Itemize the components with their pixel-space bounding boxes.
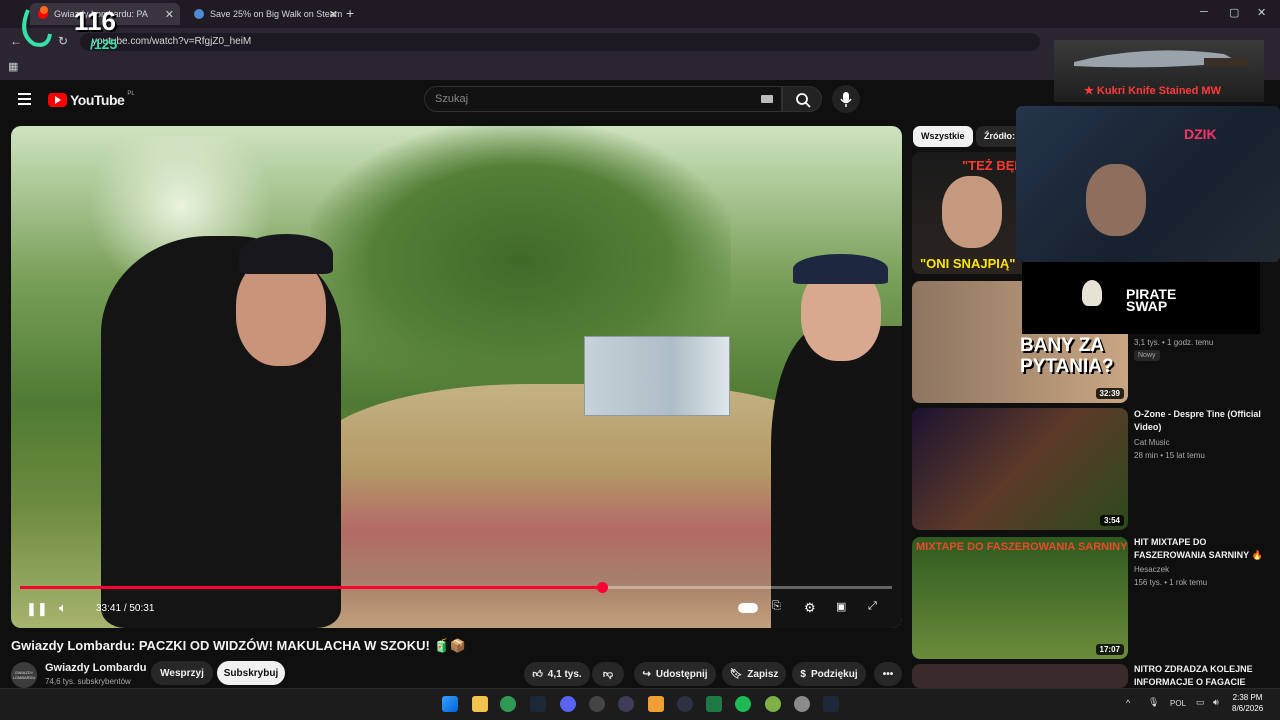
- chip-all[interactable]: Wszystkie: [913, 126, 973, 147]
- share-button[interactable]: ↪ Udostępnij: [634, 662, 716, 686]
- drop-counter-overlay: 116 /125: [14, 4, 136, 56]
- voice-search-button[interactable]: [832, 85, 860, 113]
- related-thumbnail-5[interactable]: [912, 664, 1128, 688]
- discord-icon[interactable]: [560, 696, 576, 712]
- app-icon[interactable]: [618, 696, 634, 712]
- app-icon[interactable]: [677, 696, 693, 712]
- video-player[interactable]: [11, 126, 902, 628]
- steam-favicon-icon: [194, 9, 204, 19]
- youtube-play-icon: [48, 93, 67, 107]
- apps-grid-icon[interactable]: ▦: [8, 60, 18, 73]
- video-title: Gwiazdy Lombardu: PACZKI OD WIDZÓW! MAKU…: [11, 638, 466, 653]
- settings-icon[interactable]: ⚙: [804, 600, 816, 616]
- related-channel-4[interactable]: Hesaczek: [1134, 565, 1169, 574]
- excel-icon[interactable]: [706, 696, 722, 712]
- video-frame-person-right: [771, 326, 902, 628]
- related-title-5[interactable]: NITRO ZDRADZA KOLEJNE INFORMACJE O FAGAC…: [1134, 663, 1264, 689]
- channel-name[interactable]: Gwiazdy Lombardu: [45, 662, 146, 674]
- more-actions-button[interactable]: •••: [874, 662, 902, 686]
- volume-icon[interactable]: 🔈︎: [59, 600, 67, 616]
- channel-avatar[interactable]: GWIAZDY LOMBARDU: [11, 662, 37, 688]
- duration-badge: 3:54: [1099, 515, 1124, 526]
- chrome-icon[interactable]: [765, 696, 781, 712]
- new-tab-button[interactable]: +: [346, 5, 354, 21]
- microphone-tray-icon[interactable]: 🎙︎: [1148, 697, 1159, 708]
- knife-icon: [1074, 50, 1249, 68]
- related-channel-3[interactable]: Cat Music: [1134, 438, 1170, 447]
- progress-fill: [20, 586, 602, 589]
- like-button[interactable]: 👍︎ 4,1 tys.: [524, 662, 590, 686]
- bookmark-icon: 🔖︎: [729, 668, 743, 680]
- video-frame-person-right-cap: [793, 254, 888, 284]
- video-frame-parcel: [584, 336, 730, 416]
- volume-tray-icon[interactable]: 🔊︎: [1213, 697, 1219, 708]
- pirate-logo-icon: [1082, 280, 1102, 306]
- duration-badge: 32:39: [1095, 388, 1124, 399]
- duration-badge: 17:07: [1095, 644, 1124, 655]
- pause-icon[interactable]: ❚❚: [26, 601, 48, 617]
- thumbs-down-icon: 👎︎: [602, 669, 614, 680]
- related-meta-3: 28 min • 15 lat temu: [1134, 451, 1205, 460]
- file-explorer-icon[interactable]: [472, 696, 488, 712]
- subscriber-count: 74,6 tys. subskrybentów: [45, 677, 131, 686]
- dislike-button[interactable]: 👎︎: [592, 662, 624, 686]
- related-title-3[interactable]: O-Zone - Despre Tine (Official Video): [1134, 408, 1264, 434]
- steam-icon[interactable]: [823, 696, 839, 712]
- keyboard-icon[interactable]: [761, 95, 773, 103]
- search-button[interactable]: [782, 86, 822, 112]
- thumbs-up-icon: 👍︎: [532, 669, 543, 680]
- close-window-icon[interactable]: ✕: [1257, 6, 1266, 19]
- subscribe-button[interactable]: Subskrybuj: [217, 661, 285, 685]
- search-input[interactable]: Szukaj: [424, 86, 782, 112]
- app-icon[interactable]: [589, 696, 605, 712]
- fullscreen-icon[interactable]: ⤢: [868, 600, 877, 613]
- pirateswap-banner: PIRATE SWAP: [1022, 262, 1260, 334]
- network-icon[interactable]: ▭: [1196, 697, 1205, 708]
- video-frame-person-left-cap: [239, 234, 333, 274]
- share-icon: ↪: [642, 668, 651, 680]
- app-icon[interactable]: [648, 696, 664, 712]
- new-badge: Nowy: [1134, 350, 1160, 361]
- hook-icon: [22, 6, 52, 47]
- related-thumbnail-4[interactable]: MIXTAPE DO FASZEROWANIA SARNINY 17:07: [912, 537, 1128, 659]
- support-button[interactable]: Wesprzyj: [151, 661, 213, 685]
- close-tab-icon[interactable]: ✕: [329, 8, 338, 21]
- search-icon: [796, 93, 811, 108]
- close-tab-icon[interactable]: ✕: [165, 8, 174, 21]
- thanks-icon: $: [800, 668, 806, 680]
- menu-icon[interactable]: [18, 93, 31, 105]
- related-meta-2: 3,1 tys. • 1 godz. temu: [1134, 338, 1214, 347]
- url-field[interactable]: youtube.com/watch?v=RfgjZ0_heiM: [80, 33, 1040, 51]
- language-indicator[interactable]: POL: [1170, 699, 1186, 708]
- clock[interactable]: 2:38 PM 8/6/2026: [1232, 692, 1263, 714]
- tab-title: Save 25% on Big Walk on Steam: [210, 9, 343, 19]
- tray-chevron-icon[interactable]: ^: [1126, 698, 1130, 708]
- time-display: 33:41 / 50:31: [96, 603, 155, 614]
- browser-tab-steam[interactable]: Save 25% on Big Walk on Steam ✕: [186, 3, 344, 25]
- save-button[interactable]: 🔖︎ Zapisz: [722, 662, 786, 686]
- knife-drop-overlay: ★ Kukri Knife Stained MW: [1054, 40, 1264, 102]
- miniplayer-icon[interactable]: ▣: [836, 600, 846, 613]
- windows-start-icon[interactable]: [442, 696, 458, 712]
- streamer-webcam-overlay: DZIK: [1016, 106, 1280, 262]
- minimize-icon[interactable]: ─: [1200, 6, 1208, 18]
- microphone-icon: [840, 92, 852, 107]
- windows-taskbar: [0, 688, 1280, 720]
- youtube-logo[interactable]: YouTube PL: [48, 91, 135, 108]
- autoplay-toggle[interactable]: [738, 603, 758, 613]
- chrome-icon[interactable]: [500, 696, 516, 712]
- related-meta-4: 156 tys. • 1 rok temu: [1134, 578, 1208, 587]
- steam-icon[interactable]: [530, 696, 546, 712]
- progress-scrubber[interactable]: [596, 582, 608, 593]
- related-title-4[interactable]: HIT MIXTAPE DO FASZEROWANIA SARNINY 🔥: [1134, 536, 1264, 562]
- settings-icon[interactable]: [794, 696, 810, 712]
- maximize-icon[interactable]: ▢: [1229, 6, 1239, 19]
- thumbnail-face: [942, 176, 1002, 248]
- video-progress-bar[interactable]: [20, 582, 892, 593]
- related-thumbnail-3[interactable]: 3:54: [912, 408, 1128, 530]
- spotify-icon[interactable]: [735, 696, 751, 712]
- thanks-button[interactable]: $ Podziękuj: [792, 662, 866, 686]
- streamer-face: [1086, 164, 1146, 236]
- subtitles-icon[interactable]: ⎘: [772, 600, 781, 613]
